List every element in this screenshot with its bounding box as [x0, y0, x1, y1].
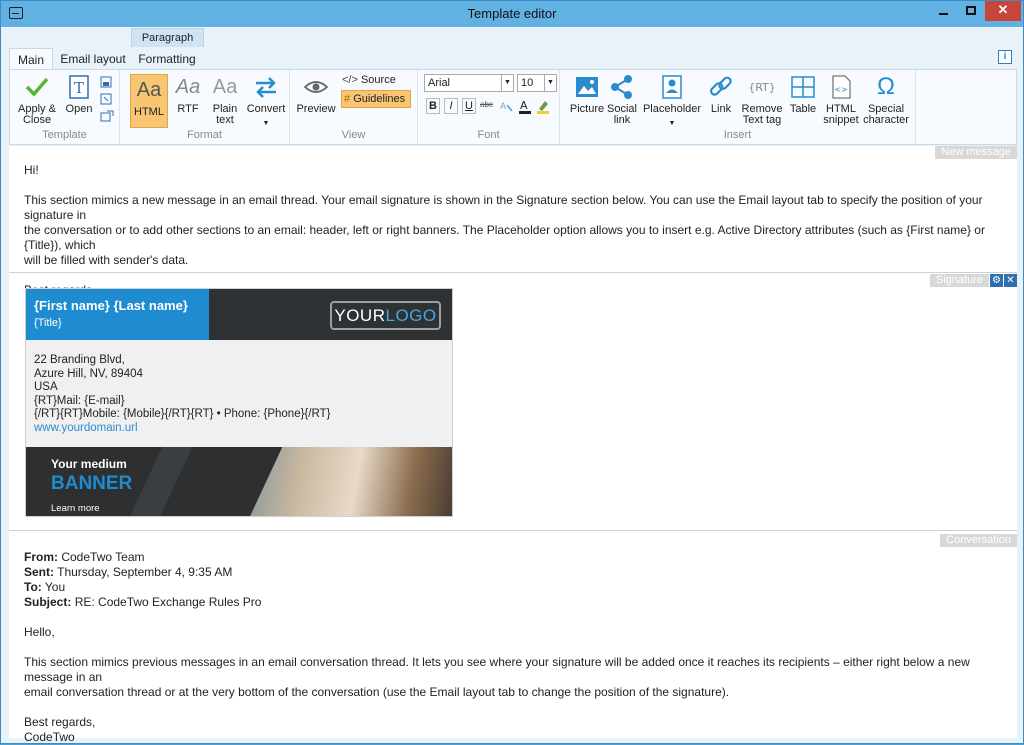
export-icon[interactable]	[100, 110, 114, 122]
contextual-tab-paragraph[interactable]: Paragraph	[131, 28, 204, 47]
insert-picture-button[interactable]: Picture	[568, 74, 606, 115]
conversation-section[interactable]: From: CodeTwo Team Sent: Thursday, Septe…	[24, 550, 1017, 745]
format-html-button[interactable]: Aa HTML	[130, 74, 168, 128]
highlight-color-icon[interactable]	[536, 98, 550, 114]
html-file-icon: <>	[827, 74, 855, 100]
save-template-icon[interactable]	[100, 76, 114, 88]
save-as-icon[interactable]	[100, 93, 114, 105]
website-link[interactable]: www.yourdomain.url	[34, 422, 452, 436]
signature-name-box: {First name} {Last name} {Title}	[26, 289, 209, 340]
svg-text:A: A	[500, 102, 507, 112]
checkmark-icon	[23, 74, 51, 100]
group-font: Arial ▼ 10 ▼ B I U abc A A Font	[418, 70, 560, 144]
bold-button[interactable]: B	[426, 98, 440, 114]
font-color-icon[interactable]: A	[518, 98, 532, 114]
open-button[interactable]: T Open	[62, 74, 96, 115]
signature-contact-details: 22 Branding Blvd, Azure Hill, NV, 89404 …	[26, 340, 452, 447]
font-size-select[interactable]: 10 ▼	[517, 74, 557, 92]
source-button[interactable]: </> Source	[342, 74, 412, 90]
rtf-format-icon: Aa	[175, 76, 201, 98]
insert-special-character-button[interactable]: Ω Special character	[862, 74, 910, 126]
template-editor-window: Template editor ✕ Paragraph Main Email l…	[0, 0, 1024, 744]
italic-button[interactable]: I	[444, 98, 458, 114]
underline-button[interactable]: U	[462, 98, 476, 114]
section-divider	[9, 530, 1017, 531]
format-plain-text-button[interactable]: Aa Plain text	[208, 74, 242, 126]
rt-tag-icon: {RT}	[748, 74, 776, 100]
link-icon	[707, 74, 735, 100]
gear-icon[interactable]: ⚙	[990, 274, 1003, 287]
insert-social-link-button[interactable]: Social link	[606, 74, 638, 126]
chevron-down-icon: ▼	[501, 75, 513, 91]
insert-html-snippet-button[interactable]: <> HTML snippet	[822, 74, 860, 126]
svg-text:T: T	[74, 79, 84, 97]
insert-link-button[interactable]: Link	[706, 74, 736, 115]
picture-icon	[573, 74, 601, 100]
eye-icon	[302, 74, 330, 100]
font-family-select[interactable]: Arial ▼	[424, 74, 514, 92]
convert-arrows-icon	[252, 74, 280, 100]
tab-email-layout[interactable]: Email layout	[57, 48, 129, 70]
close-button[interactable]: ✕	[985, 1, 1021, 21]
title-placeholder: {Title}	[34, 317, 62, 329]
plain-text-format-icon: Aa	[212, 76, 238, 98]
section-label-signature: Signature	[929, 274, 989, 287]
strikethrough-button[interactable]: abc	[480, 100, 498, 114]
grid-icon: #	[344, 93, 351, 105]
close-icon[interactable]: ✕	[1004, 274, 1017, 287]
group-template: Apply & Close T Open Template	[10, 70, 120, 144]
signature-section-toolbar: Signature ⚙ ✕	[929, 274, 1017, 287]
section-label-conversation: Conversation	[940, 534, 1017, 547]
signature-block[interactable]: {First name} {Last name} {Title} YOURLOG…	[25, 288, 453, 517]
svg-text:{RT}: {RT}	[748, 81, 776, 94]
svg-text:<>: <>	[834, 85, 847, 94]
template-document[interactable]: New message Hi! This section mimics a ne…	[9, 146, 1017, 744]
group-insert: Picture Social link Placeholder ▼ Link {…	[560, 70, 916, 144]
guidelines-button[interactable]: # Guidelines	[341, 90, 411, 108]
ribbon: Apply & Close T Open Template Aa HTML Aa…	[9, 69, 1017, 145]
clear-formatting-icon[interactable]: A	[500, 99, 514, 113]
insert-placeholder-button[interactable]: Placeholder ▼	[642, 74, 702, 129]
group-view: Preview </> Source # Guidelines View	[290, 70, 418, 144]
maximize-button[interactable]	[957, 1, 985, 21]
share-icon	[608, 74, 636, 100]
minimize-button[interactable]	[929, 1, 957, 21]
format-rtf-button[interactable]: Aa RTF	[172, 74, 204, 115]
signature-banner[interactable]: Your medium BANNER Learn more	[26, 447, 452, 516]
window-title: Template editor	[467, 6, 557, 21]
banner-learn-more[interactable]: Learn more	[51, 503, 100, 514]
info-icon[interactable]: i	[998, 50, 1012, 64]
tab-main[interactable]: Main	[9, 48, 53, 70]
chevron-down-icon: ▼	[262, 120, 270, 127]
apply-close-button[interactable]: Apply & Close	[14, 74, 60, 126]
chevron-down-icon: ▼	[544, 75, 556, 91]
section-divider	[9, 272, 1017, 273]
remove-text-tag-button[interactable]: {RT} Remove Text tag	[740, 74, 784, 126]
html-format-icon: Aa	[136, 79, 162, 101]
omega-icon: Ω	[877, 73, 895, 100]
title-bar: Template editor ✕	[1, 1, 1023, 27]
convert-button[interactable]: Convert ▼	[246, 74, 286, 129]
name-placeholder: {First name} {Last name}	[34, 298, 188, 313]
contact-card-icon	[658, 74, 686, 100]
tab-formatting[interactable]: Formatting	[133, 48, 201, 70]
code-icon: </>	[342, 74, 358, 86]
chevron-down-icon: ▼	[668, 120, 676, 127]
open-template-icon: T	[65, 74, 93, 100]
new-message-section[interactable]: Hi! This section mimics a new message in…	[24, 163, 1017, 298]
preview-button[interactable]: Preview	[296, 74, 336, 115]
group-format: Aa HTML Aa RTF Aa Plain text Convert ▼ F…	[120, 70, 290, 144]
table-icon	[789, 74, 817, 100]
section-label-new-message: New message	[935, 146, 1017, 159]
insert-table-button[interactable]: Table	[788, 74, 818, 115]
signature-header: {First name} {Last name} {Title} YOURLOG…	[26, 289, 452, 340]
company-logo: YOURLOGO	[330, 301, 441, 330]
svg-text:A: A	[520, 99, 528, 112]
